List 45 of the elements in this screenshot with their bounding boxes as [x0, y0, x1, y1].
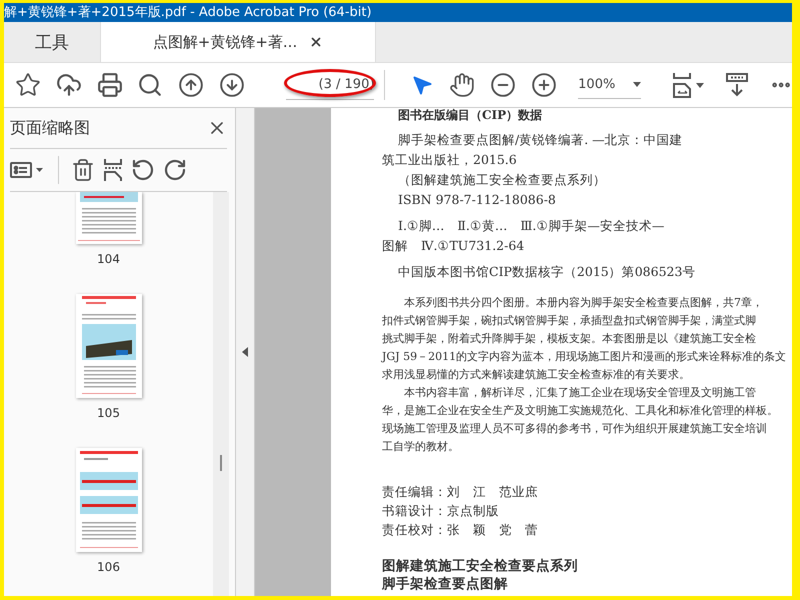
tab-label: 工具: [35, 32, 69, 54]
caret-icon: [633, 82, 642, 87]
rotate-left-icon[interactable]: [131, 158, 155, 182]
options-icon[interactable]: [10, 160, 46, 180]
page-text-line: 责任校对：张 颖 党 蕾: [382, 521, 538, 539]
page-text-line: 求用浅显易懂的方式来解读建筑施工安全检查标准的有关要求。: [382, 367, 690, 383]
page-text-line: 本书内容丰富，解析详尽，汇集了施工企业在现场安全管理及文明施工管: [403, 385, 756, 401]
scrollbar[interactable]: [213, 192, 229, 596]
read-mode-icon: [725, 72, 750, 98]
page-thumbnail[interactable]: [76, 192, 142, 244]
caret-icon: [696, 82, 704, 88]
page-text-line: 责任编辑：刘 江 范业庶: [382, 483, 538, 501]
page-text-line: 书籍设计：京点制版: [382, 502, 499, 520]
page-thumbnail[interactable]: [76, 294, 142, 398]
page-thumbnail[interactable]: [76, 448, 142, 552]
page-text-line: 扣件式钢管脚手架，碗扣式钢管脚手架，承插型盘扣式钢管脚手架，满堂式脚: [382, 313, 756, 329]
tab-label: 点图解+黄锐锋+著...: [152, 32, 298, 52]
trash-icon[interactable]: [71, 158, 95, 182]
page-text-line: 筑工业出版社，2015.6: [382, 151, 517, 169]
page-number: 105: [97, 406, 120, 420]
zoom-dropdown[interactable]: 100%: [578, 72, 642, 98]
page-number: 104: [97, 252, 120, 266]
panel-title: 页面缩略图: [10, 118, 90, 138]
page-text-line: 脚手架检查要点图解: [382, 575, 508, 593]
window-title: 解+黄锐锋+著+2015年版.pdf - Adobe Acrobat Pro (64-bit): [4, 5, 372, 20]
page-text-line: Ⅰ.①脚… Ⅱ.①黄… Ⅲ.①脚手架—安全技术—: [397, 217, 664, 235]
page-text-line: 挑式脚手架，附着式升降脚手架，模板支架。本套图册是以《建筑施工安全检: [382, 331, 756, 347]
triangle-left-icon: [242, 347, 248, 357]
page-text-line: 中国版本图书馆CIP数据核字（2015）第086523号: [397, 263, 696, 281]
tab[interactable]: 点图解+黄锐锋+著...: [100, 22, 376, 62]
page-number: 106: [97, 560, 120, 574]
extract-page-icon[interactable]: [103, 158, 123, 182]
page-text-line: ISBN 978-7-112-18086-8: [397, 191, 556, 209]
page-text-line: 图解 Ⅳ.①TU731.2-64: [382, 237, 524, 255]
page-text-line: 图解建筑施工安全检查要点系列: [382, 557, 578, 575]
page-text-line: JGJ 59－2011的文字内容为蓝本，用现场施工图片和漫画的形式来诠释标准的条文: [382, 349, 786, 365]
page-text-line: 图书在版编目（CIP）数据: [397, 108, 542, 123]
close-tab-button[interactable]: [309, 35, 324, 49]
page-text-line: （图解建筑施工安全检查要点系列）: [397, 171, 606, 189]
page-text-line: 现场施工管理及监理人员不可多得的参考书，可作为组织开展建筑施工安全培训: [382, 421, 767, 437]
page-text-line: 华，是施工企业在安全生产及文明施工实施规范化、工具化和标准化管理的样板。: [382, 403, 778, 419]
page-text-line: 本系列图书共分四个图册。本册内容为脚手架安全检查要点图解，共7章，: [403, 295, 763, 311]
page-text-line: 脚手架检查要点图解/黄锐锋编著. —北京：中国建: [397, 131, 683, 149]
rotate-right-icon[interactable]: [163, 158, 187, 182]
page-text-line: 工自学的教材。: [382, 439, 459, 455]
